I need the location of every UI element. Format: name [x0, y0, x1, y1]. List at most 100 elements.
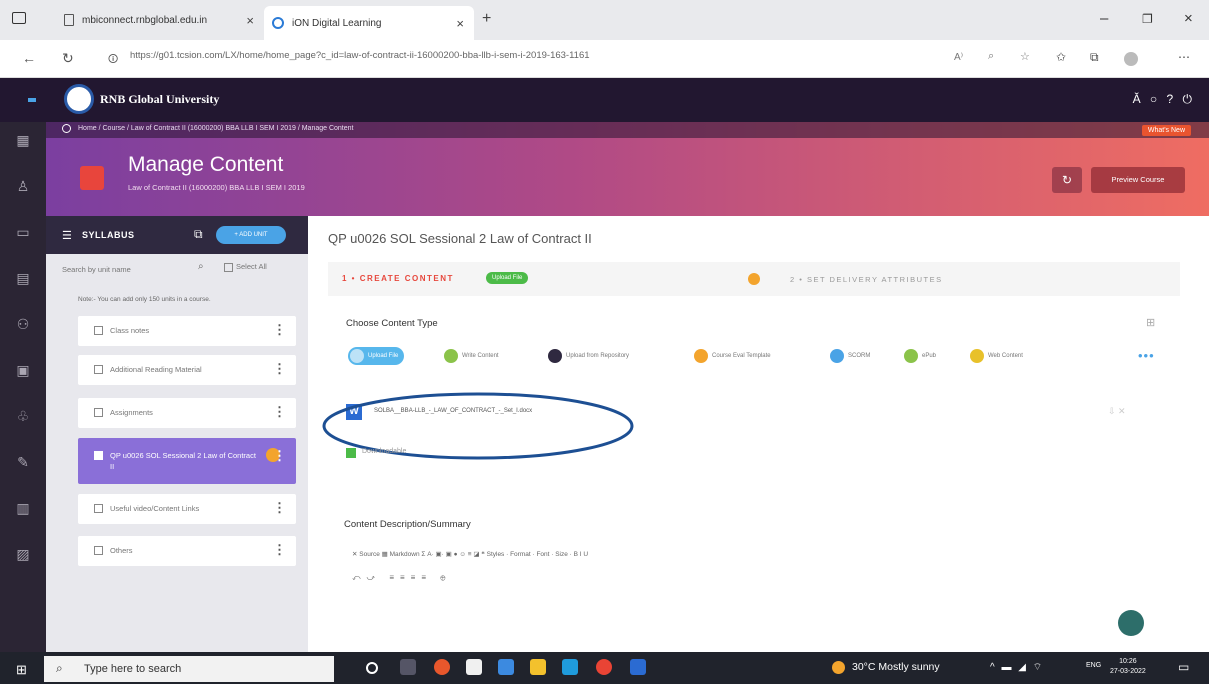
store-icon[interactable] — [466, 659, 482, 675]
content-type-course-eval-template[interactable]: Course Eval Template — [694, 347, 771, 365]
tab-close-icon[interactable]: × — [456, 16, 464, 31]
unit-search-input[interactable] — [62, 263, 182, 275]
university-name: RNB Global University — [100, 92, 220, 106]
content-type-scorm[interactable]: SCORM — [830, 347, 870, 365]
content-type-web-content[interactable]: Web Content — [970, 347, 1023, 365]
step-create-content[interactable]: 1 • CREATE CONTENT — [342, 274, 454, 283]
document-icon[interactable]: ▣ — [14, 362, 32, 380]
browser-tab-ion[interactable]: iON Digital Learning × — [264, 6, 474, 40]
weather-status[interactable]: 30°C Mostly sunny — [852, 661, 940, 673]
zoom-icon[interactable]: ⌕ — [988, 50, 994, 63]
system-tray-icons[interactable]: ^ ▬ ◢ ⌔ — [990, 661, 1044, 674]
report-icon[interactable]: ▥ — [14, 500, 32, 518]
unit-item[interactable]: Useful video/Content Links ⋮ — [78, 494, 296, 524]
unit-menu-icon[interactable]: ⋮ — [273, 500, 286, 516]
unit-menu-icon[interactable]: ⋮ — [273, 322, 286, 338]
content-type-label: Upload from Repository — [566, 353, 630, 359]
read-aloud-icon[interactable]: A⁾ — [954, 52, 963, 63]
close-window-button[interactable]: × — [1184, 10, 1193, 27]
gallery-icon[interactable]: ▨ — [14, 546, 32, 564]
calendar-icon[interactable]: ▤ — [14, 270, 32, 288]
lock-icon[interactable]: 🛈 — [108, 52, 118, 69]
notifications-icon[interactable]: ▭ — [1178, 660, 1189, 674]
downloadable-checkbox[interactable] — [346, 448, 356, 458]
step-set-delivery-attributes[interactable]: 2 • SET DELIVERY ATTRIBUTES — [790, 275, 943, 284]
tab-close-icon[interactable]: × — [246, 13, 254, 28]
people-icon[interactable]: ♧ — [14, 408, 32, 426]
task-view-icon[interactable] — [400, 659, 416, 675]
syllabus-note: Note:- You can add only 150 units in a c… — [78, 296, 211, 303]
file-explorer-icon[interactable] — [530, 659, 546, 675]
more-menu-icon[interactable]: ⋯ — [1178, 50, 1190, 64]
group-icon[interactable]: ⚇ — [14, 316, 32, 334]
word-icon[interactable] — [630, 659, 646, 675]
chrome-icon[interactable] — [596, 659, 612, 675]
home-icon[interactable] — [62, 124, 71, 133]
content-type-upload-file[interactable]: Upload File — [348, 347, 405, 365]
edge-icon[interactable] — [562, 659, 578, 675]
preview-course-button[interactable]: Preview Course — [1091, 167, 1185, 193]
user-icon[interactable]: ♙ — [14, 178, 32, 196]
firefox-icon[interactable] — [434, 659, 450, 675]
dashboard-icon[interactable]: ▦ — [14, 132, 32, 150]
url-field[interactable]: https://g01.tcsion.com/LX/home/home_page… — [130, 50, 590, 61]
taskbar-search[interactable]: ⌕ Type here to search — [44, 656, 334, 682]
unit-item[interactable]: Class notes ⋮ — [78, 316, 296, 346]
unit-item[interactable]: Additional Reading Material ⋮ — [78, 355, 296, 385]
unit-checkbox[interactable] — [94, 504, 103, 513]
unit-item-active[interactable]: QP u0026 SOL Sessional 2 Law of Contract… — [78, 438, 296, 484]
unit-checkbox[interactable] — [94, 326, 103, 335]
clock[interactable]: 10:26 27-03-2022 — [1110, 657, 1146, 677]
tab-actions-icon[interactable] — [12, 12, 26, 24]
unit-menu-icon[interactable]: ⋮ — [273, 542, 286, 558]
content-type-label: Course Eval Template — [712, 353, 771, 359]
content-type-write-content[interactable]: Write Content — [444, 347, 499, 365]
unit-checkbox[interactable] — [94, 451, 103, 460]
app-header: RNB Global University Ă ○ ? ⏻ — [0, 78, 1209, 122]
favorites-icon[interactable]: ✩ — [1056, 50, 1066, 64]
downloadable-label: Downloadable — [362, 448, 407, 455]
copy-icon[interactable]: ⧉ — [194, 227, 203, 242]
minimize-button[interactable]: – — [1100, 10, 1108, 27]
favorite-add-icon[interactable]: ☆ — [1020, 50, 1030, 63]
new-tab-button[interactable]: + — [482, 10, 491, 28]
content-type-epub[interactable]: ePub — [904, 347, 936, 365]
unit-menu-icon[interactable]: ⋮ — [273, 404, 286, 420]
chatbot-icon[interactable] — [1118, 610, 1144, 636]
unit-checkbox[interactable] — [94, 408, 103, 417]
refresh-course-button[interactable]: ↻ — [1052, 167, 1082, 193]
whats-new-button[interactable]: What's New — [1141, 125, 1191, 136]
editor-toolbar-row-1[interactable]: ✕ Source ▦ Markdown Σ A· ▣· ▣ ● ☺ ≡ ◪ ❝ … — [352, 550, 588, 558]
unit-item[interactable]: Others ⋮ — [78, 536, 296, 566]
content-type-upload-from-repository[interactable]: Upload from Repository — [548, 347, 629, 365]
unit-menu-icon[interactable]: ⋮ — [273, 361, 286, 377]
refresh-icon[interactable]: ↻ — [62, 50, 74, 67]
file-actions-icon[interactable]: ⇩ ✕ — [1108, 406, 1126, 417]
mail-icon[interactable] — [498, 659, 514, 675]
unit-menu-icon[interactable]: ⋮ — [273, 448, 286, 464]
edit-icon[interactable]: ✎ — [14, 454, 32, 472]
collections-icon[interactable]: ⧉ — [1090, 50, 1099, 65]
header-actions[interactable]: Ă ○ ? ⏻ — [1133, 92, 1195, 107]
search-icon[interactable]: ⌕ — [198, 261, 204, 272]
back-arrow-icon[interactable]: ← — [22, 50, 36, 66]
grid-view-icon[interactable]: ⊞ — [1146, 316, 1155, 329]
menu-toggle-icon[interactable] — [28, 98, 36, 102]
language-indicator[interactable]: ENG — [1086, 662, 1101, 669]
windows-start-icon[interactable]: ⊞ — [16, 662, 27, 678]
unit-item[interactable]: Assignments ⋮ — [78, 398, 296, 428]
syllabus-header: ☰ SYLLABUS ⧉ + ADD UNIT — [46, 216, 308, 254]
add-unit-button[interactable]: + ADD UNIT — [216, 226, 286, 244]
more-content-types-icon[interactable]: ••• — [1138, 348, 1155, 363]
unit-checkbox[interactable] — [94, 365, 103, 374]
browser-tab-mbiconnect[interactable]: mbiconnect.rnbglobal.edu.in × — [56, 6, 264, 34]
cortana-icon[interactable] — [366, 662, 378, 674]
select-all-checkbox[interactable]: Select All — [224, 262, 267, 272]
breadcrumb[interactable]: Home / Course / Law of Contract II (1600… — [78, 125, 354, 132]
book-icon[interactable]: ▭ — [14, 224, 32, 242]
maximize-button[interactable]: ❐ — [1142, 12, 1153, 26]
unit-checkbox[interactable] — [94, 546, 103, 555]
profile-avatar[interactable] — [1124, 52, 1138, 66]
editor-toolbar-row-2[interactable]: ⤺⤻ ≡≡≡≡ ⊕ — [352, 573, 451, 583]
unit-label: Others — [110, 546, 133, 555]
